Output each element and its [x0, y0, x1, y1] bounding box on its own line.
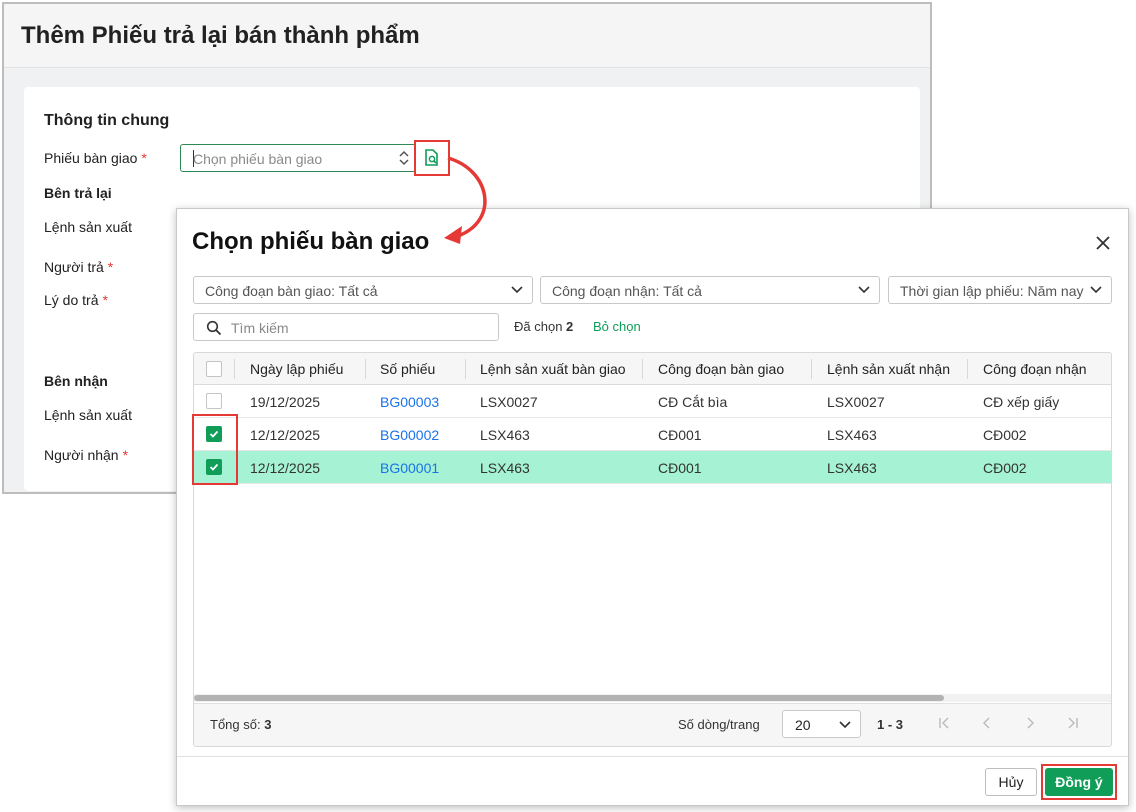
search-placeholder: Tìm kiếm [231, 320, 289, 336]
scrollbar-thumb[interactable] [194, 695, 944, 701]
cell-from-stage: CĐ001 [658, 427, 702, 443]
cancel-button[interactable]: Hủy [985, 768, 1037, 796]
highlight-checkboxes [192, 414, 238, 485]
total-count: Tổng số: 3 [210, 717, 271, 732]
cell-to-stage: CĐ002 [983, 460, 1027, 476]
next-page-icon[interactable] [1023, 716, 1037, 730]
chevron-down-icon [858, 286, 870, 294]
reason-label: Lý do trả * [44, 292, 108, 308]
table-row-selected[interactable]: 12/12/2025 BG00001 LSX463 CĐ001 LSX463 C… [194, 451, 1111, 484]
table-header: Ngày lập phiếu Số phiếu Lệnh sản xuất bà… [194, 353, 1111, 385]
column-separator [465, 359, 466, 379]
page-range: 1 - 3 [877, 717, 904, 732]
chevron-down-icon [839, 721, 851, 729]
cell-date: 12/12/2025 [250, 460, 321, 476]
filter-handover-stage[interactable]: Công đoạn bàn giao: Tất cả [193, 276, 533, 304]
total-label: Tổng số: [210, 717, 261, 732]
column-separator [642, 359, 643, 379]
cell-to-order: LSX463 [827, 460, 877, 476]
filter-created-time-text: Thời gian lập phiếu: Năm nay [900, 283, 1084, 299]
cell-from-stage: CĐ Cắt bìa [658, 394, 728, 410]
table-footer: Tổng số: 3 Số dòng/trang 20 1 - 3 [194, 703, 1111, 746]
select-all-checkbox[interactable] [206, 361, 222, 377]
col-date[interactable]: Ngày lập phiếu [250, 361, 343, 377]
chevron-down-icon [1090, 286, 1102, 294]
search-icon [206, 320, 222, 336]
returner-label: Người trả * [44, 259, 113, 275]
page-size-select[interactable]: 20 [782, 710, 861, 738]
rows-per-page-label: Số dòng/trang [678, 717, 760, 732]
search-input[interactable]: Tìm kiếm [193, 313, 499, 341]
required-mark: * [102, 292, 108, 308]
handover-placeholder: Chọn phiếu bàn giao [193, 151, 323, 167]
cell-from-order: LSX0027 [480, 394, 538, 410]
last-page-icon[interactable] [1066, 716, 1080, 730]
annotation-arrow [444, 156, 487, 244]
form-header: Thêm Phiếu trả lại bán thành phẩm [4, 4, 930, 68]
prev-page-icon[interactable] [980, 716, 994, 730]
page-title: Thêm Phiếu trả lại bán thành phẩm [21, 22, 420, 49]
select-handover-dialog: Chọn phiếu bàn giao Công đoạn bàn giao: … [176, 208, 1129, 806]
handover-label: Phiếu bàn giao * [44, 150, 147, 166]
cell-date: 12/12/2025 [250, 427, 321, 443]
selected-count: Đã chọn 2 [514, 319, 573, 334]
column-separator [967, 359, 968, 379]
cell-number-link[interactable]: BG00003 [380, 394, 439, 410]
return-side-title: Bên trả lại [44, 185, 112, 201]
col-from-stage[interactable]: Công đoạn bàn giao [658, 361, 784, 377]
reason-label-text: Lý do trả [44, 292, 99, 308]
screen: Thêm Phiếu trả lại bán thành phẩm Thông … [0, 0, 1136, 812]
cell-date: 19/12/2025 [250, 394, 321, 410]
cell-from-order: LSX463 [480, 427, 530, 443]
dialog-footer-divider [177, 756, 1128, 757]
chevron-down-icon [511, 286, 523, 294]
selected-label: Đã chọn [514, 319, 563, 334]
cell-number-link[interactable]: BG00001 [380, 460, 439, 476]
selected-count-value: 2 [566, 319, 574, 334]
cell-from-stage: CĐ001 [658, 460, 702, 476]
column-separator [234, 359, 235, 379]
column-separator [811, 359, 812, 379]
cell-from-order: LSX463 [480, 460, 530, 476]
required-mark: * [141, 150, 147, 166]
first-page-icon[interactable] [937, 716, 951, 730]
dialog-title: Chọn phiếu bàn giao [192, 228, 430, 255]
column-separator [365, 359, 366, 379]
section-general-title: Thông tin chung [44, 112, 170, 129]
required-mark: * [122, 447, 129, 463]
total-value: 3 [264, 717, 272, 732]
col-from-order[interactable]: Lệnh sản xuất bàn giao [480, 361, 626, 377]
deselect-link[interactable]: Bỏ chọn [593, 319, 641, 334]
filter-created-time[interactable]: Thời gian lập phiếu: Năm nay [888, 276, 1112, 304]
production-order-label: Lệnh sản xuất [44, 219, 132, 235]
row-checkbox[interactable] [206, 393, 222, 409]
filter-receive-stage-text: Công đoạn nhận: Tất cả [552, 283, 702, 299]
filter-handover-stage-text: Công đoạn bàn giao: Tất cả [205, 283, 378, 299]
close-icon[interactable] [1094, 234, 1112, 252]
highlight-ok [1041, 764, 1117, 800]
col-to-stage[interactable]: Công đoạn nhận [983, 361, 1087, 377]
updown-arrow-icon [399, 150, 409, 166]
receive-side-title: Bên nhận [44, 373, 108, 389]
handover-select[interactable]: Chọn phiếu bàn giao [180, 144, 416, 172]
col-number[interactable]: Số phiếu [380, 361, 435, 377]
table-row[interactable]: 12/12/2025 BG00002 LSX463 CĐ001 LSX463 C… [194, 418, 1111, 451]
handover-table: Ngày lập phiếu Số phiếu Lệnh sản xuất bà… [193, 352, 1112, 747]
cell-number-link[interactable]: BG00002 [380, 427, 439, 443]
production-order-label-2: Lệnh sản xuất [44, 407, 132, 423]
returner-label-text: Người trả [44, 259, 104, 275]
required-mark: * [107, 259, 114, 275]
cell-to-order: LSX463 [827, 427, 877, 443]
handover-label-text: Phiếu bàn giao [44, 150, 138, 166]
receiver-label: Người nhận * [44, 447, 128, 463]
filter-receive-stage[interactable]: Công đoạn nhận: Tất cả [540, 276, 880, 304]
cell-to-order: LSX0027 [827, 394, 885, 410]
cell-to-stage: CĐ002 [983, 427, 1027, 443]
receiver-label-text: Người nhận [44, 447, 119, 463]
cell-to-stage: CĐ xếp giấy [983, 394, 1060, 410]
table-row[interactable]: 19/12/2025 BG00003 LSX0027 CĐ Cắt bìa LS… [194, 385, 1111, 418]
page-size-value: 20 [795, 717, 811, 733]
horizontal-scrollbar[interactable] [194, 694, 1111, 702]
col-to-order[interactable]: Lệnh sản xuất nhận [827, 361, 950, 377]
